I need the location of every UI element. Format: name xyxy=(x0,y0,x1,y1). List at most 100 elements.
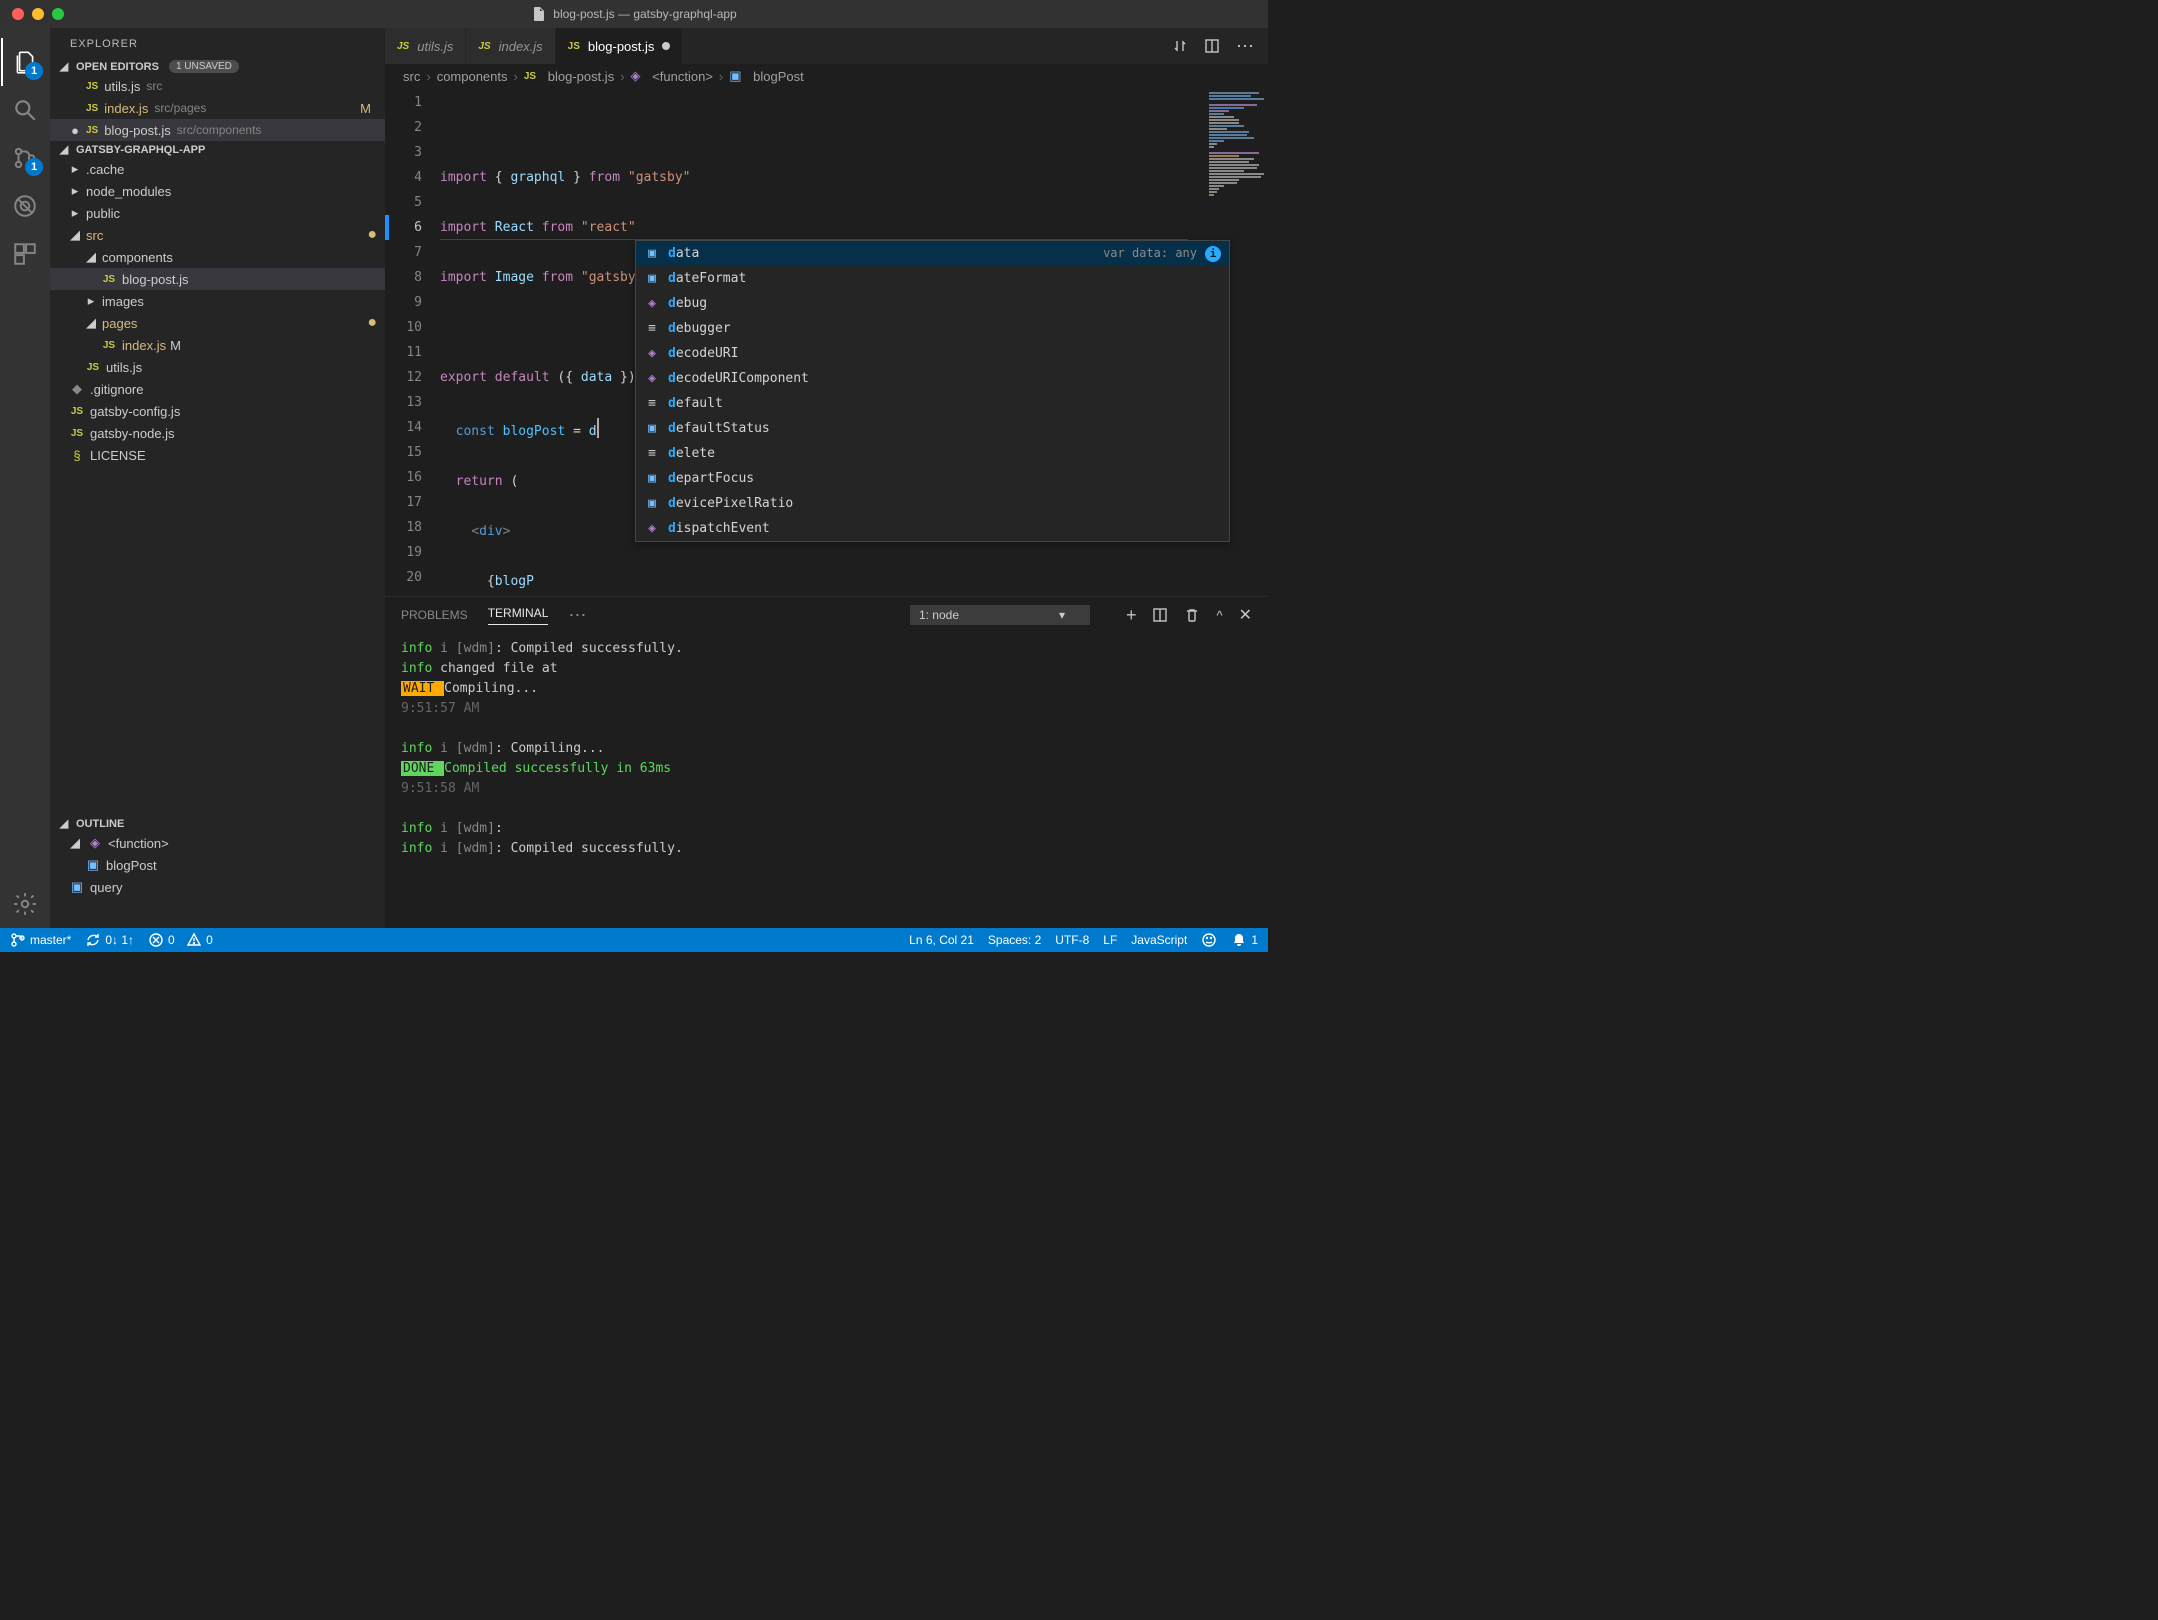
breadcrumb-file[interactable]: JS blog-post.js xyxy=(524,69,614,84)
chevron-right-icon: › xyxy=(620,69,624,84)
tab-blogpost[interactable]: JS blog-post.js xyxy=(556,28,684,64)
folder-cache[interactable]: ▸.cache xyxy=(50,158,385,180)
tab-utils[interactable]: JS utils.js xyxy=(385,28,466,64)
activity-settings[interactable] xyxy=(1,880,49,928)
suggest-item[interactable]: ▣departFocus xyxy=(636,466,1229,491)
suggest-item[interactable]: ◈dispatchEvent xyxy=(636,516,1229,541)
file-license[interactable]: §LICENSE xyxy=(50,444,385,466)
project-header[interactable]: ◢ GATSBY-GRAPHQL-APP xyxy=(50,141,385,158)
git-branch[interactable]: master* xyxy=(10,932,71,948)
feedback[interactable] xyxy=(1201,932,1217,948)
suggest-item[interactable]: ◈debug xyxy=(636,291,1229,316)
git-sync[interactable]: 0↓ 1↑ xyxy=(85,932,134,948)
open-editors-label: OPEN EDITORS xyxy=(76,61,159,73)
code-content[interactable]: import { graphql } from "gatsby" import … xyxy=(440,88,1188,596)
language-mode[interactable]: JavaScript xyxy=(1131,933,1187,947)
tab-index[interactable]: JS index.js xyxy=(466,28,555,64)
breadcrumb-src[interactable]: src xyxy=(403,69,420,84)
new-terminal-icon[interactable]: + xyxy=(1126,605,1137,626)
file-blogpost[interactable]: JSblog-post.js xyxy=(50,268,385,290)
folder-images[interactable]: ▸images xyxy=(50,290,385,312)
chevron-right-icon: ▸ xyxy=(84,293,98,309)
folder-components[interactable]: ◢components xyxy=(50,246,385,268)
breadcrumb[interactable]: src › components › JS blog-post.js › ◈ <… xyxy=(385,64,1268,88)
outline-label: OUTLINE xyxy=(76,818,124,830)
file-utils[interactable]: JSutils.js xyxy=(50,356,385,378)
outline-function[interactable]: ◢◈<function> xyxy=(50,832,385,854)
cube-icon: ◈ xyxy=(631,68,641,84)
compare-changes-icon[interactable] xyxy=(1172,38,1188,54)
suggest-item[interactable]: ▣datavar data: anyi xyxy=(636,241,1229,266)
problems-count[interactable]: 0 0 xyxy=(148,932,213,948)
terminal-output[interactable]: info i [wdm]: Compiled successfully. inf… xyxy=(385,633,1268,928)
open-editor-blogpost[interactable]: ● JS blog-post.js src/components xyxy=(50,119,385,141)
folder-pages[interactable]: ◢pages● xyxy=(50,312,385,334)
folder-public[interactable]: ▸public xyxy=(50,202,385,224)
panel-tab-terminal[interactable]: TERMINAL xyxy=(488,606,549,625)
suggest-item[interactable]: ▣defaultStatus xyxy=(636,416,1229,441)
folder-label: pages xyxy=(102,316,137,331)
js-icon: JS xyxy=(68,428,86,439)
eol[interactable]: LF xyxy=(1103,933,1117,947)
indentation[interactable]: Spaces: 2 xyxy=(988,933,1041,947)
variable-icon: ▣ xyxy=(84,857,102,873)
file-path: src xyxy=(146,79,162,93)
panel-tab-problems[interactable]: PROBLEMS xyxy=(401,608,468,622)
tab-label: index.js xyxy=(499,39,543,54)
suggest-item[interactable]: ▣dateFormat xyxy=(636,266,1229,291)
outline-header[interactable]: ◢ OUTLINE xyxy=(50,815,385,832)
explorer-badge: 1 xyxy=(25,62,43,80)
file-gatsby-node[interactable]: JSgatsby-node.js xyxy=(50,422,385,444)
git-modified-dot: ● xyxy=(367,314,385,332)
open-editors-header[interactable]: ◢ OPEN EDITORS 1 UNSAVED xyxy=(50,58,385,75)
close-panel-icon[interactable]: ✕ xyxy=(1239,605,1252,625)
suggest-item[interactable]: ≡debugger xyxy=(636,316,1229,341)
suggest-item[interactable]: ◈decodeURIComponent xyxy=(636,366,1229,391)
breadcrumb-blogpost[interactable]: ▣ blogPost xyxy=(729,68,804,84)
suggest-item[interactable]: ≡delete xyxy=(636,441,1229,466)
info-icon[interactable]: i xyxy=(1205,246,1221,262)
activity-extensions[interactable] xyxy=(1,230,49,278)
open-editor-utils[interactable]: JS utils.js src xyxy=(50,75,385,97)
encoding[interactable]: UTF-8 xyxy=(1055,933,1089,947)
chevron-right-icon: ▸ xyxy=(68,161,82,177)
activity-search[interactable] xyxy=(1,86,49,134)
outline-query[interactable]: ▣query xyxy=(50,876,385,898)
terminal-selector[interactable]: 1: node▾ xyxy=(910,605,1090,625)
notifications[interactable]: 1 xyxy=(1231,932,1258,948)
file-index[interactable]: JSindex.jsM xyxy=(50,334,385,356)
js-icon: JS xyxy=(86,125,98,136)
file-gatsby-config[interactable]: JSgatsby-config.js xyxy=(50,400,385,422)
outline-blogpost[interactable]: ▣blogPost xyxy=(50,854,385,876)
breadcrumb-components[interactable]: components xyxy=(437,69,508,84)
folder-src[interactable]: ◢src● xyxy=(50,224,385,246)
more-panels-icon[interactable]: ⋯ xyxy=(568,605,588,626)
intellisense-popup: ▣datavar data: anyi▣dateFormat◈debug≡deb… xyxy=(635,240,1230,542)
js-icon: JS xyxy=(100,274,118,285)
activity-scm[interactable]: 1 xyxy=(1,134,49,182)
suggest-item[interactable]: ◈decodeURI xyxy=(636,341,1229,366)
split-terminal-icon[interactable] xyxy=(1152,607,1168,623)
cursor-position[interactable]: Ln 6, Col 21 xyxy=(909,933,974,947)
folder-node-modules[interactable]: ▸node_modules xyxy=(50,180,385,202)
trash-icon[interactable] xyxy=(1184,607,1200,623)
chevron-right-icon: › xyxy=(514,69,518,84)
breadcrumb-function[interactable]: ◈ <function> xyxy=(631,68,713,84)
js-icon: JS xyxy=(397,41,409,52)
activity-explorer[interactable]: 1 xyxy=(1,38,49,86)
suggest-item[interactable]: ≡default xyxy=(636,391,1229,416)
activity-debug[interactable] xyxy=(1,182,49,230)
file-icon xyxy=(531,6,547,22)
file-label: gatsby-config.js xyxy=(90,404,180,419)
split-editor-icon[interactable] xyxy=(1204,38,1220,54)
suggest-label: default xyxy=(668,391,1221,416)
window-close-button[interactable] xyxy=(12,8,24,20)
suggest-item[interactable]: ▣devicePixelRatio xyxy=(636,491,1229,516)
maximize-panel-icon[interactable]: ^ xyxy=(1216,608,1222,623)
code-editor[interactable]: 1234 5678 9101112 13141516 17181920 impo… xyxy=(385,88,1268,596)
open-editor-index[interactable]: JS index.js src/pages M xyxy=(50,97,385,119)
file-gitignore[interactable]: ◆.gitignore xyxy=(50,378,385,400)
window-maximize-button[interactable] xyxy=(52,8,64,20)
more-actions-icon[interactable]: ⋯ xyxy=(1236,36,1256,57)
window-minimize-button[interactable] xyxy=(32,8,44,20)
